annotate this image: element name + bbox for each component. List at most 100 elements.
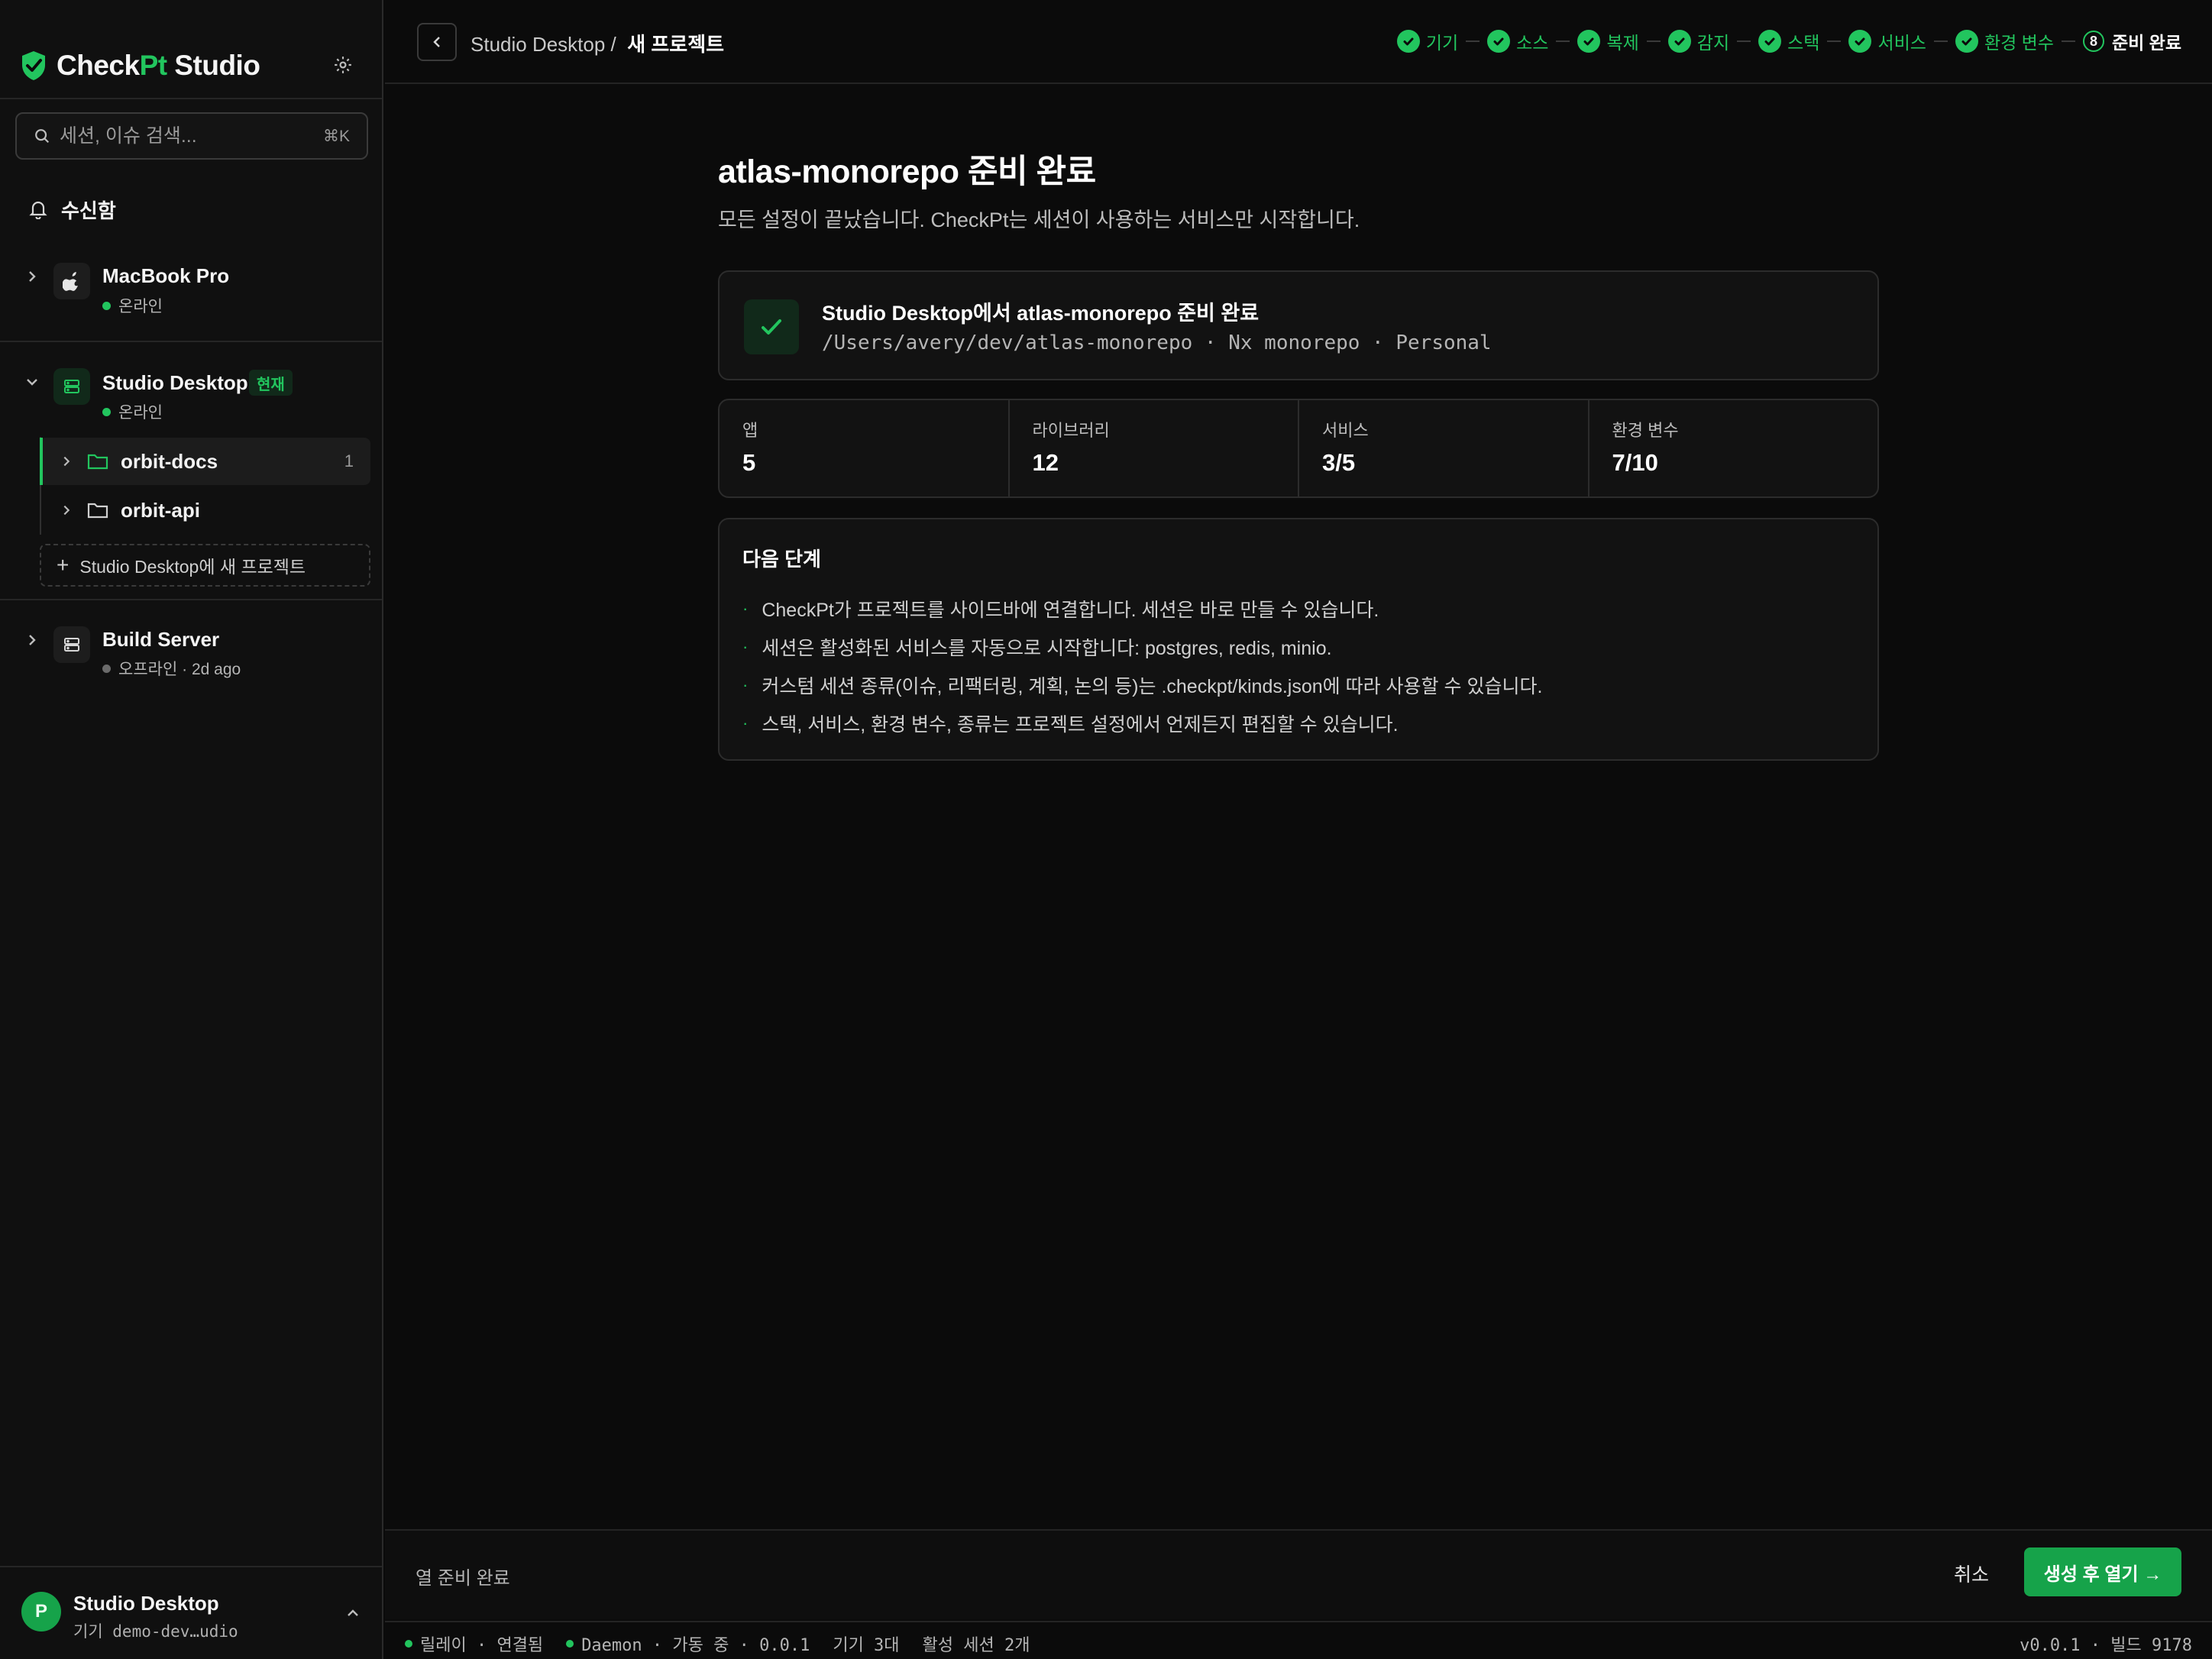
server-icon (53, 626, 90, 663)
inbox-label: 수신함 (61, 199, 116, 222)
divider (0, 599, 382, 600)
wizard-step[interactable]: 감지 (1667, 28, 1730, 54)
avatar: P (21, 1592, 61, 1632)
project-name: orbit-api (121, 498, 200, 522)
folder-icon (87, 503, 108, 519)
chevron-down-icon[interactable] (24, 374, 40, 390)
step-separator (1827, 40, 1842, 42)
app-window: CheckPt Studio ⌘K 수신함 MacBook (0, 0, 2212, 1659)
breadcrumb: Studio Desktop / 새 프로젝트 (471, 29, 724, 57)
check-circle-icon (1758, 30, 1782, 53)
chevron-right-icon[interactable] (60, 503, 73, 517)
new-project-button[interactable]: + Studio Desktop에 새 프로젝트 (40, 544, 370, 587)
chevron-right-icon[interactable] (60, 454, 73, 468)
machine-status: 온라인 (102, 294, 163, 317)
wizard-step[interactable]: 환경 변수 (1955, 28, 2054, 54)
ready-card: Studio Desktop에서 atlas-monorepo 준비 완료 /U… (718, 270, 1879, 380)
sidebar: CheckPt Studio ⌘K 수신함 MacBook (0, 0, 383, 1659)
machine-name[interactable]: Studio Desktop (102, 371, 248, 395)
session-count: 1 (344, 451, 354, 471)
wizard-step[interactable]: 8 준비 완료 (2082, 28, 2181, 54)
wizard-steps: 기기 소스 복제 감지 스택 서비스 환경 변수 8 준비 완료 (1396, 27, 2181, 55)
footer-status: 열 준비 완료 (416, 1568, 510, 1589)
online-dot (102, 407, 111, 416)
search-shortcut: ⌘K (322, 127, 350, 145)
bell-icon (29, 201, 47, 219)
brand-name: CheckPt Studio (57, 50, 260, 81)
stat-value: 3/5 (1322, 449, 1356, 476)
page-title: atlas-monorepo 준비 완료 (718, 154, 1096, 190)
session-count: 활성 세션 2개 (922, 1636, 1030, 1655)
wizard-step[interactable]: 서비스 (1848, 28, 1926, 54)
stat-value: 5 (742, 449, 756, 476)
step-separator (1646, 40, 1661, 42)
list-item: · 스택, 서비스, 환경 변수, 종류는 프로젝트 설정에서 언제든지 편집할 … (742, 713, 1399, 736)
stat-label: 서비스 (1322, 421, 1369, 440)
wizard-step[interactable]: 소스 (1487, 28, 1548, 54)
search-icon (35, 129, 50, 144)
stat-libraries: 라이브러리 12 (1010, 400, 1299, 496)
stat-apps: 앱 5 (720, 400, 1010, 496)
step-label: 소스 (1516, 33, 1549, 53)
machine-name[interactable]: Build Server (102, 628, 219, 652)
machine-status: 온라인 (102, 400, 163, 423)
stat-label: 라이브러리 (1032, 421, 1110, 440)
check-icon (744, 299, 799, 354)
check-circle-icon (1955, 30, 1978, 53)
ready-meta: /Users/avery/dev/atlas-monorepo · Nx mon… (822, 331, 1492, 354)
project-name: orbit-docs (121, 449, 218, 473)
step-label: 감지 (1696, 33, 1730, 53)
list-item: · 세션은 활성화된 서비스를 자동으로 시작합니다: postgres, red… (742, 637, 1332, 659)
create-and-open-button[interactable]: 생성 후 열기 → (2024, 1547, 2181, 1596)
breadcrumb-parent[interactable]: Studio Desktop / (471, 33, 616, 56)
page-subtitle: 모든 설정이 끝났습니다. CheckPt는 세션이 사용하는 서비스만 시작합… (718, 209, 1360, 231)
cancel-button[interactable]: 취소 (1954, 1560, 1989, 1587)
chevron-up-icon[interactable] (345, 1606, 361, 1621)
step-separator (1933, 40, 1948, 42)
step-label: 서비스 (1877, 33, 1926, 53)
check-circle-icon (1396, 30, 1420, 53)
relay-status: 릴레이 · 연결됨 (405, 1632, 543, 1656)
check-circle-icon (1577, 30, 1601, 53)
user-switcher[interactable]: P Studio Desktop 기기 demo-dev…udio (0, 1566, 382, 1659)
breadcrumb-current: 새 프로젝트 (627, 33, 725, 56)
back-button[interactable] (417, 23, 457, 61)
wizard-step[interactable]: 스택 (1758, 28, 1819, 54)
project-item-orbit-docs[interactable]: orbit-docs 1 (40, 438, 370, 485)
check-circle-icon (1487, 30, 1511, 53)
bullet-icon: · (742, 599, 749, 618)
folder-icon (87, 454, 108, 470)
stat-label: 환경 변수 (1612, 421, 1679, 440)
step-separator (1737, 40, 1751, 42)
chevron-right-icon[interactable] (24, 632, 40, 648)
check-circle-icon (1667, 30, 1691, 53)
step-label: 환경 변수 (1984, 33, 2054, 53)
search-box[interactable]: ⌘K (15, 112, 368, 160)
bullet-icon: · (742, 637, 749, 656)
settings-button[interactable] (330, 52, 356, 78)
gear-icon (335, 57, 351, 73)
divider (0, 341, 382, 342)
wizard-step[interactable]: 기기 (1396, 28, 1458, 54)
stat-value: 12 (1032, 449, 1059, 476)
divider (0, 98, 382, 99)
online-dot (566, 1640, 574, 1648)
user-device: 기기 demo-dev…udio (73, 1622, 238, 1641)
bullet-icon: · (742, 675, 749, 694)
wizard-step[interactable]: 복제 (1577, 28, 1639, 54)
status-bar: 릴레이 · 연결됨 Daemon · 가동 중 · 0.0.1 기기 3대 활성… (385, 1621, 2212, 1659)
shield-check-logo-icon (22, 51, 45, 80)
search-input[interactable] (60, 125, 323, 147)
project-item-orbit-api[interactable]: orbit-api (40, 487, 370, 534)
server-icon (53, 368, 90, 405)
chevron-left-icon (433, 37, 440, 47)
topbar: Studio Desktop / 새 프로젝트 기기 소스 복제 감지 스택 서비스 환경 … (385, 0, 2212, 84)
stats-card: 앱 5 라이브러리 12 서비스 3/5 환경 변수 7/10 (718, 399, 1879, 498)
next-steps-title: 다음 단계 (742, 548, 821, 571)
stat-services: 서비스 3/5 (1299, 400, 1589, 496)
sidebar-item-inbox[interactable]: 수신함 (29, 196, 116, 223)
machine-name[interactable]: MacBook Pro (102, 264, 229, 288)
next-steps-card: 다음 단계 · CheckPt가 프로젝트를 사이드바에 연결합니다. 세션은 바… (718, 518, 1879, 761)
chevron-right-icon[interactable] (24, 269, 40, 284)
version-info: v0.0.1 · 빌드 9178 (2020, 1636, 2192, 1655)
